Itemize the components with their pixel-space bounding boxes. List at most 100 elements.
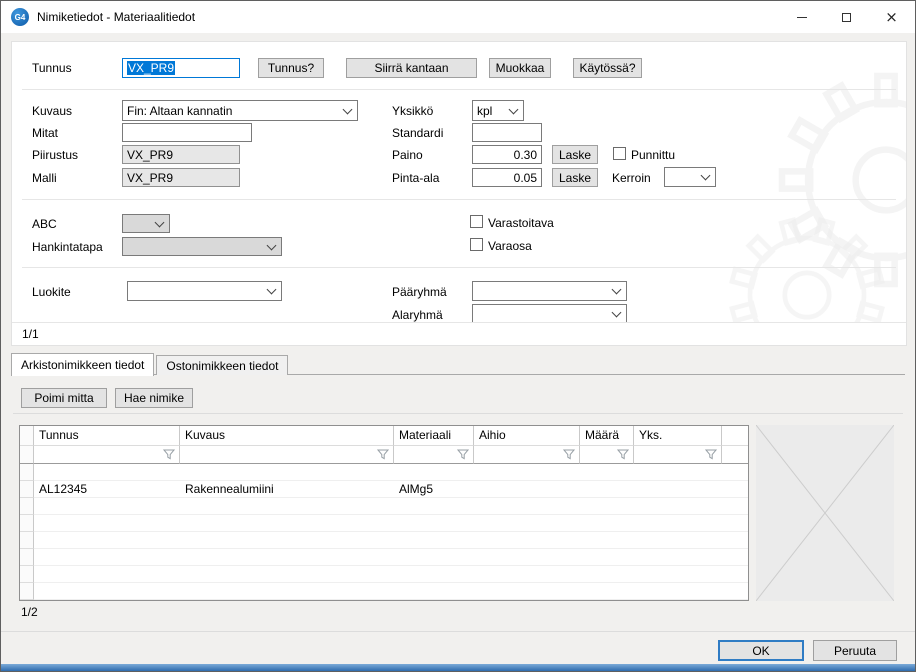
grid-cell[interactable] — [34, 566, 180, 583]
grid-cell[interactable] — [580, 583, 634, 600]
grid-cell[interactable] — [34, 549, 180, 566]
grid-cell[interactable] — [394, 464, 474, 481]
hankintatapa-combobox[interactable] — [122, 237, 282, 256]
grid-cell[interactable] — [474, 515, 580, 532]
grid-cell[interactable]: AL12345 — [34, 481, 180, 498]
grid-row-header[interactable] — [20, 566, 34, 583]
grid-cell[interactable] — [474, 498, 580, 515]
grid-column-filter[interactable] — [634, 446, 722, 464]
grid-column-filter[interactable] — [180, 446, 394, 464]
grid-row-header[interactable] — [20, 481, 34, 498]
paaryhma-combobox[interactable] — [472, 281, 627, 301]
malli-field[interactable]: VX_PR9 — [122, 168, 240, 187]
grid-cell[interactable] — [580, 549, 634, 566]
laske-pinta-ala-button[interactable]: Laske — [552, 168, 598, 187]
grid-row-header[interactable] — [20, 498, 34, 515]
grid-cell[interactable] — [580, 464, 634, 481]
tab-arkistonimikkeen-tiedot[interactable]: Arkistonimikkeen tiedot — [11, 353, 154, 376]
tunnus-lookup-button[interactable]: Tunnus? — [258, 58, 324, 78]
grid-column-header[interactable]: Yks. — [634, 426, 722, 446]
grid-column-header[interactable]: Aihio — [474, 426, 580, 446]
siirra-kantaan-button[interactable]: Siirrä kantaan — [346, 58, 477, 78]
grid-cell[interactable] — [180, 532, 394, 549]
kerroin-combobox[interactable] — [664, 167, 716, 187]
close-button[interactable]: × — [869, 2, 914, 32]
grid-cell[interactable] — [580, 532, 634, 549]
grid-column-header[interactable]: Tunnus — [34, 426, 180, 446]
muokkaa-button[interactable]: Muokkaa — [489, 58, 551, 78]
minimize-button[interactable] — [779, 2, 824, 32]
grid-cell[interactable] — [580, 515, 634, 532]
paino-input[interactable] — [472, 145, 542, 164]
punnittu-checkbox[interactable] — [613, 147, 626, 160]
grid-cell[interactable] — [394, 583, 474, 600]
grid-column-filter[interactable] — [580, 446, 634, 464]
grid-cell[interactable] — [394, 498, 474, 515]
mitat-input[interactable] — [122, 123, 252, 142]
grid-cell[interactable] — [34, 532, 180, 549]
tunnus-input[interactable]: VX_PR9 — [122, 58, 240, 78]
grid-cell[interactable] — [180, 464, 394, 481]
standardi-input[interactable] — [472, 123, 542, 142]
grid-cell[interactable] — [34, 515, 180, 532]
grid-row-header[interactable] — [20, 549, 34, 566]
kaytossa-button[interactable]: Käytössä? — [573, 58, 642, 78]
grid-cell[interactable] — [634, 498, 722, 515]
grid-cell[interactable] — [180, 549, 394, 566]
grid-column-filter[interactable] — [34, 446, 180, 464]
maximize-button[interactable] — [824, 2, 869, 32]
grid-cell[interactable] — [34, 464, 180, 481]
grid-cell[interactable] — [634, 515, 722, 532]
pinta-ala-input[interactable] — [472, 168, 542, 187]
grid-cell[interactable] — [634, 464, 722, 481]
grid-cell[interactable] — [180, 498, 394, 515]
grid-cell[interactable] — [634, 481, 722, 498]
tab-ostonimikkeen-tiedot[interactable]: Ostonimikkeen tiedot — [156, 355, 288, 375]
grid-cell[interactable] — [634, 532, 722, 549]
luokite-combobox[interactable] — [127, 281, 282, 301]
grid-cell[interactable] — [180, 583, 394, 600]
grid-cell[interactable] — [580, 498, 634, 515]
grid-cell[interactable] — [634, 549, 722, 566]
grid-cell[interactable] — [34, 583, 180, 600]
ok-button[interactable]: OK — [718, 640, 804, 661]
grid-cell[interactable] — [180, 566, 394, 583]
abc-combobox[interactable] — [122, 214, 170, 233]
grid-cell[interactable] — [474, 481, 580, 498]
varaosa-checkbox[interactable] — [470, 238, 483, 251]
grid-cell[interactable] — [394, 549, 474, 566]
grid-cell[interactable] — [634, 566, 722, 583]
grid-cell[interactable]: Rakennealumiini — [180, 481, 394, 498]
grid-cell[interactable] — [474, 532, 580, 549]
grid-cell[interactable] — [580, 481, 634, 498]
grid-column-filter[interactable] — [394, 446, 474, 464]
varastoitava-checkbox[interactable] — [470, 215, 483, 228]
laske-paino-button[interactable]: Laske — [552, 145, 598, 164]
grid-cell[interactable] — [180, 515, 394, 532]
grid-cell[interactable] — [394, 532, 474, 549]
yksikko-combobox[interactable]: kpl — [472, 100, 524, 121]
grid-cell[interactable] — [34, 498, 180, 515]
grid-cell[interactable] — [474, 566, 580, 583]
kuvaus-combobox[interactable]: Fin: Altaan kannatin — [122, 100, 358, 121]
poimi-mitta-button[interactable]: Poimi mitta — [21, 388, 107, 408]
grid-cell[interactable] — [394, 566, 474, 583]
grid-row-header[interactable] — [20, 515, 34, 532]
grid-cell[interactable] — [474, 583, 580, 600]
grid-cell[interactable] — [394, 515, 474, 532]
grid-row-header[interactable] — [20, 583, 34, 600]
piirustus-field[interactable]: VX_PR9 — [122, 145, 240, 164]
alaryhma-combobox[interactable] — [472, 304, 627, 324]
grid-row-header[interactable] — [20, 532, 34, 549]
cancel-button[interactable]: Peruuta — [813, 640, 897, 661]
grid-cell[interactable] — [580, 566, 634, 583]
grid-cell[interactable] — [474, 549, 580, 566]
grid-cell[interactable] — [474, 464, 580, 481]
grid-column-header[interactable]: Materiaali — [394, 426, 474, 446]
grid-cell[interactable]: AlMg5 — [394, 481, 474, 498]
grid-column-header[interactable]: Kuvaus — [180, 426, 394, 446]
grid-cell[interactable] — [634, 583, 722, 600]
grid-row-header[interactable] — [20, 464, 34, 481]
hae-nimike-button[interactable]: Hae nimike — [115, 388, 193, 408]
grid-column-header[interactable]: Määrä — [580, 426, 634, 446]
